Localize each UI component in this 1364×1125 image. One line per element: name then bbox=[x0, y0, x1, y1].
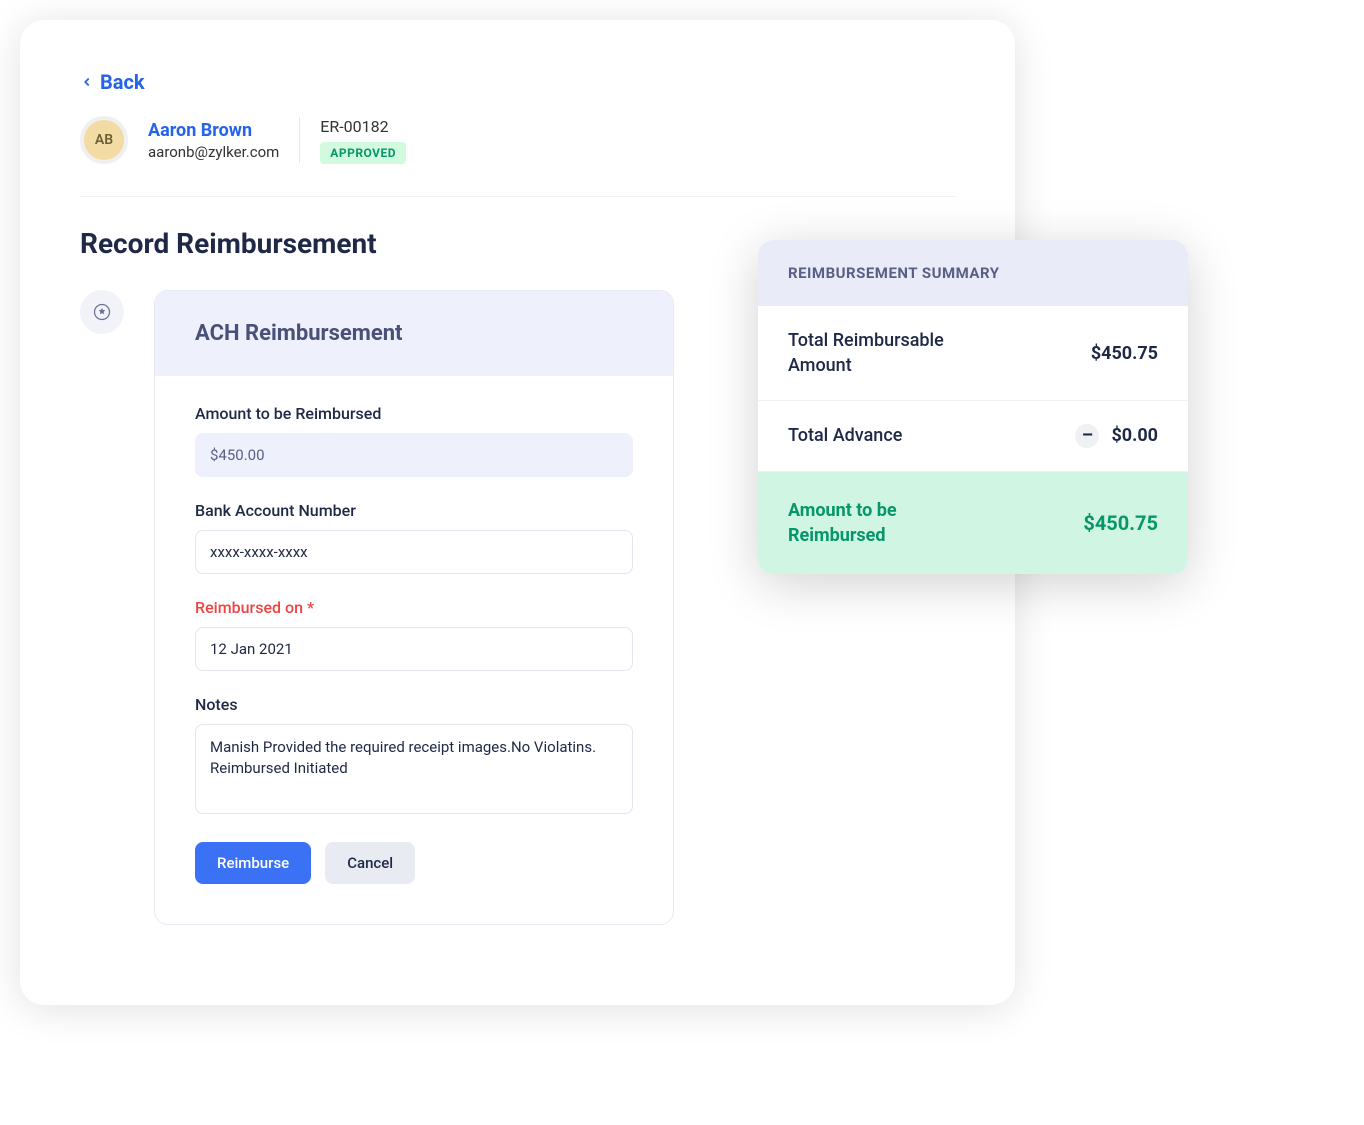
date-group: Reimbursed on bbox=[195, 598, 633, 671]
reimburse-button[interactable]: Reimburse bbox=[195, 842, 311, 884]
user-info: Aaron Brown aaronb@zylker.com bbox=[148, 120, 279, 161]
summary-card: REIMBURSEMENT SUMMARY Total Reimbursable… bbox=[758, 240, 1188, 574]
summary-total-advance-value: $0.00 bbox=[1111, 425, 1158, 446]
star-badge-icon bbox=[80, 290, 124, 334]
status-badge: APPROVED bbox=[320, 142, 406, 164]
avatar: AB bbox=[80, 116, 128, 164]
date-label: Reimbursed on bbox=[195, 598, 633, 617]
user-name[interactable]: Aaron Brown bbox=[148, 120, 279, 141]
main-card: Back AB Aaron Brown aaronb@zylker.com ER… bbox=[20, 20, 1015, 1005]
notes-input[interactable] bbox=[195, 724, 633, 814]
reference-block: ER-00182 APPROVED bbox=[320, 117, 406, 164]
summary-row-total-advance: Total Advance – $0.00 bbox=[758, 401, 1188, 471]
back-label: Back bbox=[100, 70, 145, 94]
divider bbox=[299, 117, 300, 163]
reference-id: ER-00182 bbox=[320, 117, 406, 136]
amount-label: Amount to be Reimbursed bbox=[195, 404, 633, 423]
amount-group: Amount to be Reimbursed bbox=[195, 404, 633, 477]
form-title: ACH Reimbursement bbox=[195, 321, 633, 346]
form-body: Amount to be Reimbursed Bank Account Num… bbox=[155, 376, 673, 924]
button-row: Reimburse Cancel bbox=[195, 842, 633, 884]
notes-group: Notes bbox=[195, 695, 633, 818]
notes-label: Notes bbox=[195, 695, 633, 714]
chevron-left-icon bbox=[80, 75, 94, 89]
summary-total-advance-label: Total Advance bbox=[788, 423, 902, 448]
cancel-button[interactable]: Cancel bbox=[325, 842, 415, 884]
summary-total-reimbursable-label: Total Reimbursable Amount bbox=[788, 328, 988, 378]
summary-row-amount: Amount to be Reimbursed $450.75 bbox=[758, 472, 1188, 574]
minus-icon: – bbox=[1075, 424, 1099, 448]
summary-amount-label: Amount to be Reimbursed bbox=[788, 498, 968, 548]
summary-amount-value: $450.75 bbox=[1083, 511, 1158, 535]
bank-group: Bank Account Number bbox=[195, 501, 633, 574]
summary-row-total-reimbursable: Total Reimbursable Amount $450.75 bbox=[758, 306, 1188, 401]
avatar-initials: AB bbox=[95, 132, 113, 148]
form-card-header: ACH Reimbursement bbox=[155, 291, 673, 376]
user-email: aaronb@zylker.com bbox=[148, 143, 279, 161]
back-link[interactable]: Back bbox=[80, 70, 145, 94]
summary-title: REIMBURSEMENT SUMMARY bbox=[758, 240, 1188, 306]
user-row: AB Aaron Brown aaronb@zylker.com ER-0018… bbox=[80, 116, 955, 197]
bank-input[interactable] bbox=[195, 530, 633, 574]
bank-label: Bank Account Number bbox=[195, 501, 633, 520]
summary-total-reimbursable-value: $450.75 bbox=[1091, 343, 1158, 364]
amount-input[interactable] bbox=[195, 433, 633, 477]
form-card: ACH Reimbursement Amount to be Reimburse… bbox=[154, 290, 674, 925]
date-input[interactable] bbox=[195, 627, 633, 671]
